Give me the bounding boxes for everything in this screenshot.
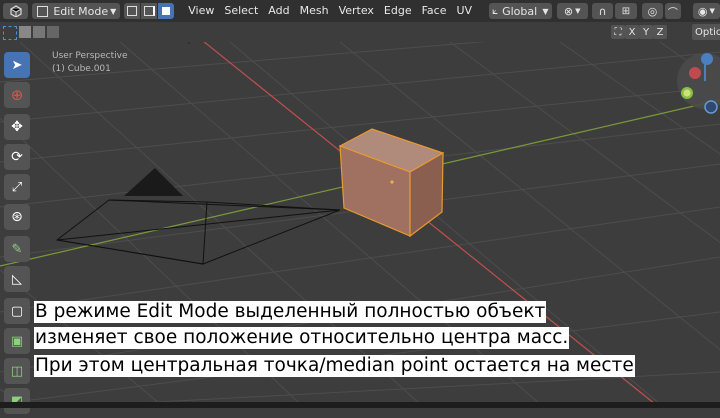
chevron-down-icon: ▼ — [575, 7, 581, 15]
menu-add[interactable]: Add — [263, 2, 294, 20]
options-button[interactable]: Optic — [692, 24, 720, 40]
menu-uv[interactable]: UV — [451, 2, 477, 20]
transform-icon: ⊛ — [11, 209, 23, 225]
editor-type-button[interactable] — [3, 3, 29, 19]
caption-line-3: При этом центральная точка/median point … — [34, 355, 635, 377]
3d-viewport[interactable]: User Perspective (1) Cube.001 — [0, 42, 720, 404]
menu-view[interactable]: View — [183, 2, 219, 20]
falloff-curve-icon: ⌒ — [667, 7, 678, 19]
select-invert-icon[interactable] — [47, 26, 59, 38]
proportional-edit-button[interactable]: ◎ — [641, 3, 664, 19]
caption-line-1: В режиме Edit Mode выделенный полностью … — [34, 301, 547, 323]
active-object-label: (1) Cube.001 — [52, 64, 111, 74]
orientation-label: Global — [502, 4, 538, 18]
menu-bar: View Select Add Mesh Vertex Edge Face UV — [183, 2, 477, 20]
annotate-tool[interactable]: ✎ — [4, 236, 30, 262]
snap-increment-icon: ⊞ — [621, 5, 631, 17]
viewport-header: Edit Mode ▼ View Select Add Mesh Vertex … — [0, 0, 720, 22]
3d-cursor-icon — [188, 42, 190, 44]
cursor-icon: ➤ — [11, 57, 23, 73]
select-box-icon[interactable] — [3, 26, 17, 40]
mirror-x-toggle[interactable]: ⛶ — [611, 25, 625, 39]
mode-label: Edit Mode — [53, 4, 109, 18]
menu-mesh[interactable]: Mesh — [295, 2, 334, 20]
move-icon: ✥ — [11, 119, 23, 135]
select-extend-icon[interactable] — [19, 26, 31, 38]
move-tool[interactable]: ✥ — [4, 114, 30, 140]
pivot-icon: ⊗ — [563, 4, 574, 18]
view-perspective-label: User Perspective — [52, 51, 128, 61]
edge-select-icon[interactable] — [141, 3, 158, 19]
gizmo-x-icon[interactable] — [689, 67, 701, 79]
transform-tool[interactable]: ⊛ — [4, 204, 30, 230]
select-mode-group — [124, 3, 175, 19]
orientation-selector[interactable]: ⟀ Global ▼ — [489, 3, 552, 19]
magnet-icon: ∩ — [598, 4, 607, 18]
menu-face[interactable]: Face — [417, 2, 452, 20]
menu-select[interactable]: Select — [219, 2, 263, 20]
pivot-point-button[interactable]: ⊗ ▼ — [556, 3, 588, 19]
cube-mesh[interactable] — [338, 128, 445, 238]
inset-icon: ◫ — [10, 363, 24, 379]
scale-icon: ⤢ — [11, 179, 23, 195]
annotate-icon: ✎ — [11, 241, 23, 257]
caption-line-2: изменяет свое положение относительно цен… — [34, 327, 570, 349]
transform-orientation-icon: ⟀ — [492, 5, 499, 17]
extrude-tool[interactable]: ▣ — [4, 328, 30, 354]
add-cube-tool[interactable]: ▢ — [4, 298, 30, 324]
snap-button[interactable]: ∩ — [591, 3, 614, 19]
floor-grid — [0, 42, 720, 404]
options-label: Optic — [695, 26, 720, 38]
rotate-tool[interactable]: ⟳ — [4, 144, 30, 170]
axis-z-toggle[interactable]: Z — [653, 25, 667, 39]
overlays-button[interactable]: ◉ ▼ — [692, 3, 720, 19]
scale-tool[interactable]: ⤢ — [4, 174, 30, 200]
face-select-icon[interactable] — [158, 3, 175, 19]
chevron-down-icon: ▼ — [709, 7, 715, 15]
menu-edge[interactable]: Edge — [379, 2, 417, 20]
menu-vertex[interactable]: Vertex — [334, 2, 379, 20]
cube-icon — [10, 5, 22, 17]
scene-canvas — [0, 42, 720, 404]
eye-icon: ◉ — [697, 4, 708, 18]
median-point — [390, 180, 394, 184]
chevron-down-icon: ▼ — [110, 6, 117, 16]
gizmo-neg-z-icon[interactable] — [704, 100, 718, 114]
proportional-icon: ◎ — [647, 4, 658, 18]
extrude-icon: ▣ — [10, 333, 24, 349]
rotate-icon: ⟳ — [11, 149, 23, 165]
falloff-button[interactable]: ⌒ — [665, 3, 681, 19]
target-icon: ⊕ — [10, 86, 24, 104]
snap-target-button[interactable]: ⊞ — [615, 3, 637, 19]
bevel-tool[interactable]: ◩ — [4, 388, 30, 414]
axis-y-toggle[interactable]: Y — [639, 25, 653, 39]
select-tool[interactable]: ➤ — [4, 52, 30, 78]
chevron-down-icon: ▼ — [542, 6, 549, 16]
inset-tool[interactable]: ◫ — [4, 358, 30, 384]
measure-tool[interactable]: ◺ — [4, 266, 30, 292]
gizmo-z-icon[interactable] — [701, 53, 713, 65]
measure-icon: ◺ — [12, 271, 22, 287]
axis-x-toggle[interactable]: X — [625, 25, 639, 39]
camera-object[interactable] — [55, 168, 341, 265]
vertex-select-icon[interactable] — [124, 3, 141, 19]
navigation-gizmo[interactable] — [675, 47, 720, 117]
select-subtract-icon[interactable] — [33, 26, 45, 38]
status-bar — [0, 402, 720, 408]
cursor-tool[interactable]: ⊕ — [4, 82, 30, 108]
edit-mode-icon — [37, 5, 49, 17]
tool-shelf: ➤ ⊕ ✥ ⟳ ⤢ ⊛ ✎ ◺ ▢ ▣ ◫ ◩ — [4, 52, 34, 418]
tool-header: ⛶ X Y Z Optic — [0, 22, 720, 42]
add-cube-icon: ▢ — [10, 303, 24, 319]
mode-selector[interactable]: Edit Mode ▼ — [32, 3, 121, 19]
